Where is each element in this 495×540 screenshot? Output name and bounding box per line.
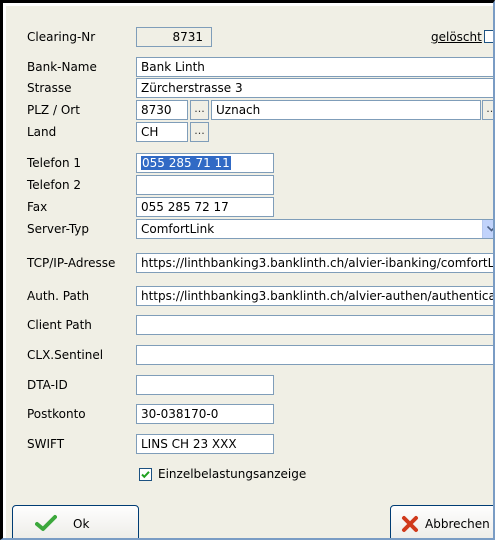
telefon2-label: Telefon 2 xyxy=(27,178,82,192)
swift-field[interactable]: LINS CH 23 XXX xyxy=(136,434,274,454)
postkonto-label: Postkonto xyxy=(27,407,86,421)
land-label: Land xyxy=(27,125,57,139)
geloescht-label-text: gelöscht xyxy=(431,30,482,44)
bank-name-field[interactable]: Bank Linth xyxy=(136,57,493,77)
cancel-button-label: Abbrechen xyxy=(425,517,490,531)
tcp-ip-label: TCP/IP-Adresse xyxy=(27,256,116,270)
einzelbelastung-label: Einzelbelastungsanzeige xyxy=(158,467,307,481)
clx-sentinel-field[interactable] xyxy=(136,345,493,365)
strasse-label: Strasse xyxy=(27,81,72,95)
telefon1-selected-text: 055 285 71 11 xyxy=(141,156,231,170)
dta-id-label: DTA-ID xyxy=(27,378,68,392)
ok-button-label: Ok xyxy=(73,517,90,531)
chevron-down-icon[interactable] xyxy=(482,220,493,238)
ort-browse-button[interactable]: ... xyxy=(482,100,493,120)
einzelbelastung-checkbox[interactable] xyxy=(139,468,152,481)
dta-id-field[interactable] xyxy=(136,375,274,395)
server-typ-value: ComfortLink xyxy=(141,222,215,236)
fax-field[interactable]: 055 285 72 17 xyxy=(136,197,274,217)
strasse-field[interactable]: Zürcherstrasse 3 xyxy=(136,78,493,98)
clx-sentinel-label: CLX.Sentinel xyxy=(27,348,104,362)
close-icon xyxy=(401,515,419,533)
auth-path-label: Auth. Path xyxy=(27,289,90,303)
geloescht-label: gelöscht xyxy=(431,27,482,47)
check-icon xyxy=(35,514,57,534)
server-typ-label: Server-Typ xyxy=(27,222,89,236)
land-browse-button[interactable]: ... xyxy=(190,122,209,142)
postkonto-field[interactable]: 30-038170-0 xyxy=(136,404,274,424)
telefon1-label: Telefon 1 xyxy=(27,156,82,170)
ok-button[interactable]: Ok xyxy=(12,505,139,538)
form-panel: Clearing-Nr 8731 gelöscht Bank-Name Bank… xyxy=(6,6,493,538)
land-field[interactable]: CH xyxy=(136,122,188,142)
bank-name-label: Bank-Name xyxy=(27,60,97,74)
swift-label: SWIFT xyxy=(27,437,65,451)
clearing-nr-label: Clearing-Nr xyxy=(27,30,96,44)
checkmark-icon xyxy=(141,471,150,479)
client-path-field[interactable] xyxy=(136,315,493,335)
fax-label: Fax xyxy=(27,200,48,214)
auth-path-field[interactable]: https://linthbanking3.banklinth.ch/alvie… xyxy=(136,286,493,306)
telefon1-field[interactable]: 055 285 71 11 xyxy=(136,153,274,173)
tcp-ip-field[interactable]: https://linthbanking3.banklinth.ch/alvie… xyxy=(136,253,493,273)
server-typ-select[interactable]: ComfortLink xyxy=(136,219,493,239)
geloescht-checkbox[interactable] xyxy=(484,30,493,43)
plz-browse-button[interactable]: ... xyxy=(190,100,209,120)
clearing-nr-field: 8731 xyxy=(136,27,212,47)
ort-field[interactable]: Uznach xyxy=(211,100,481,120)
client-path-label: Client Path xyxy=(27,318,92,332)
plz-ort-label: PLZ / Ort xyxy=(27,103,80,117)
cancel-button[interactable]: Abbrechen xyxy=(390,505,493,538)
dialog-window: Clearing-Nr 8731 gelöscht Bank-Name Bank… xyxy=(0,0,495,540)
plz-field[interactable]: 8730 xyxy=(136,100,188,120)
telefon2-field[interactable] xyxy=(136,175,274,195)
